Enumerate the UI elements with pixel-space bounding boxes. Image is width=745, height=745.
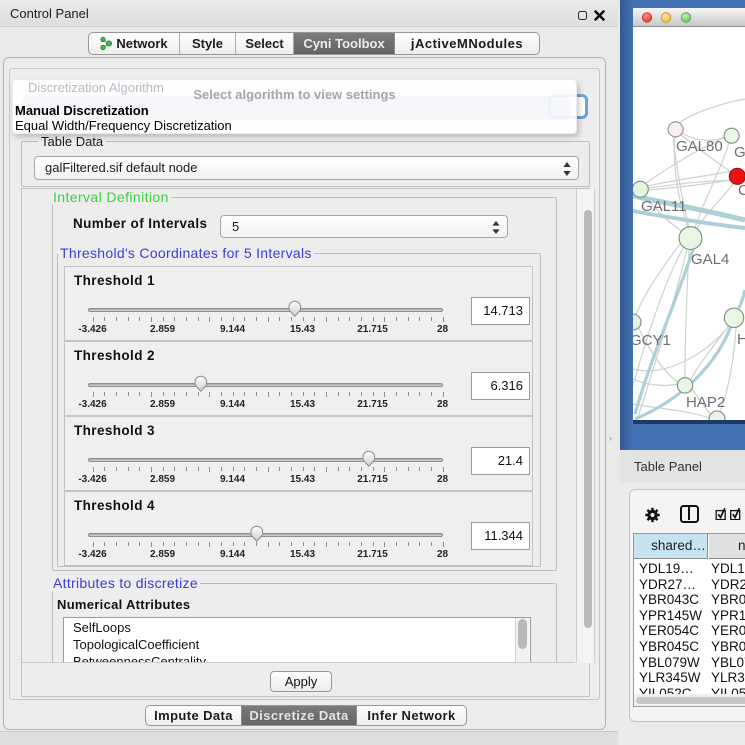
svg-text:GAL80: GAL80 bbox=[676, 138, 723, 155]
svg-text:GAL4: GAL4 bbox=[691, 251, 729, 268]
svg-text:CDC1: CDC1 bbox=[738, 182, 745, 199]
svg-text:GAL11: GAL11 bbox=[641, 198, 687, 215]
svg-text:HIS4: HIS4 bbox=[737, 331, 745, 348]
svg-text:GAL1: GAL1 bbox=[734, 144, 745, 161]
svg-text:HAP2: HAP2 bbox=[686, 394, 725, 411]
svg-text:GCY1: GCY1 bbox=[633, 332, 671, 349]
